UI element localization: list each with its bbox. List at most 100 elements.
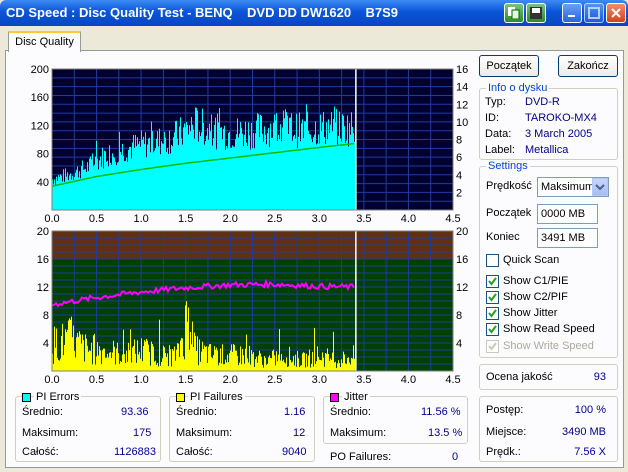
pi-failures-bar (261, 356, 262, 371)
window-title: CD Speed : Disc Quality Test - BENQ DVD … (6, 5, 399, 20)
quick-scan-checkbox[interactable] (486, 254, 499, 267)
pi-errors-bar (127, 161, 128, 210)
pi-failures-bar (143, 346, 144, 371)
pi-failures-bar (233, 344, 234, 371)
save-button[interactable] (526, 3, 546, 23)
pi-failures-bar (155, 360, 156, 371)
pi-errors-bar (258, 114, 259, 210)
pi-errors-bar (336, 109, 337, 210)
pi-errors-bar (94, 164, 95, 210)
pi-failures-bar (91, 342, 92, 371)
pi-failures-bar (125, 363, 126, 371)
pi-errors-bar (302, 119, 303, 210)
pi-errors-bar (111, 165, 112, 210)
pi-errors-bar (295, 138, 296, 210)
show-c1-checkbox[interactable] (486, 275, 499, 288)
pi-failures-bar (213, 355, 214, 371)
pi-errors-bar (122, 143, 123, 210)
y-left-tick-label: 16 (37, 254, 49, 266)
pi-failures-avg-value: 1.16 (284, 406, 306, 418)
pi-failures-bar (121, 361, 122, 371)
pi-failures-bar (304, 352, 305, 371)
pi-errors-bar (175, 121, 176, 210)
speed-select-arrow[interactable] (592, 178, 608, 196)
pi-failures-bar (131, 362, 132, 371)
pi-failures-bar (266, 364, 267, 371)
pi-errors-bar (214, 124, 215, 210)
pi-failures-bar (209, 344, 210, 371)
pi-failures-bar (287, 366, 288, 371)
pi-failures-bar (119, 363, 120, 371)
show-read-speed-checkbox[interactable] (486, 323, 499, 336)
pi-failures-bar (264, 356, 265, 371)
pi-errors-bar (132, 142, 133, 210)
pi-failures-bar (305, 367, 306, 371)
show-c2-checkbox[interactable] (486, 291, 499, 304)
pi-failures-bar (338, 360, 339, 371)
pi-errors-total-label: Całość: (22, 446, 59, 458)
show-jitter-checkbox[interactable] (486, 307, 499, 320)
pi-errors-bar (248, 122, 249, 210)
pi-errors-bar (97, 158, 98, 210)
pi-errors-bar (205, 141, 206, 210)
pi-errors-bar (183, 127, 184, 210)
close-button[interactable] (606, 3, 626, 23)
pi-failures-bar (79, 331, 80, 371)
stop-button[interactable]: Zakończ (558, 55, 618, 77)
pi-failures-bar (313, 366, 314, 371)
pi-errors-bar (264, 126, 265, 210)
pi-failures-max-value: 12 (293, 427, 306, 439)
pi-errors-bar (104, 150, 105, 210)
copy-button[interactable] (504, 3, 524, 23)
pi-failures-bar (332, 352, 333, 371)
pi-errors-bar (202, 108, 203, 210)
pi-failures-bar (126, 350, 127, 371)
pi-failures-bar (105, 357, 106, 371)
pi-errors-bar (287, 115, 288, 210)
pi-failures-bar (228, 362, 229, 371)
start-mb-input[interactable]: 0000 MB (537, 204, 598, 224)
pi-failures-bar (94, 333, 95, 371)
pi-errors-bar (162, 143, 163, 210)
pi-errors-bar (153, 152, 154, 210)
pi-errors-bar (79, 171, 80, 210)
speed-label: Prędkość (486, 180, 532, 192)
pi-errors-bar (167, 147, 168, 210)
y-right-tick-label: 16 (456, 64, 468, 76)
pi-failures-bar (344, 354, 345, 371)
pi-errors-bar (262, 133, 263, 210)
pi-failures-bar (135, 353, 136, 371)
pi-errors-bar (129, 146, 130, 210)
date-label: Data: (485, 128, 512, 140)
pi-errors-bar (275, 120, 276, 210)
pi-failures-bar (134, 339, 135, 371)
pi-errors-bar (99, 160, 100, 210)
pi-failures-bar (229, 353, 230, 371)
pi-errors-bar (161, 141, 162, 210)
maximize-button[interactable] (584, 3, 604, 23)
pi-failures-bar (267, 363, 268, 371)
pi-errors-bar (327, 139, 328, 210)
pi-failures-bar (100, 350, 101, 371)
pi-failures-title: PI Failures (188, 391, 245, 403)
minimize-button[interactable] (562, 3, 582, 23)
y-left-tick-label: 20 (37, 226, 49, 238)
pi-failures-bar (133, 345, 134, 371)
pi-errors-bar (53, 184, 54, 210)
pi-failures-bar (334, 362, 335, 371)
x-tick-label: 4.0 (401, 374, 416, 386)
y-right-tick-label: 10 (456, 117, 468, 129)
start-button[interactable]: Początek (479, 55, 539, 77)
pi-errors-bar (121, 154, 122, 210)
pi-failures-bar (294, 365, 295, 371)
pi-errors-bar (106, 161, 107, 210)
end-mb-input[interactable]: 3491 MB (537, 228, 598, 248)
x-tick-label: 4.5 (445, 374, 460, 386)
pi-errors-bar (149, 137, 150, 210)
id-value: TAROKO-MX4 (525, 112, 597, 124)
pi-failures-bar (86, 338, 87, 371)
pi-errors-bar (117, 162, 118, 210)
pi-errors-bar (109, 145, 110, 210)
tab-disc-quality[interactable]: Disc Quality (8, 31, 81, 52)
pi-errors-bar (269, 147, 270, 210)
